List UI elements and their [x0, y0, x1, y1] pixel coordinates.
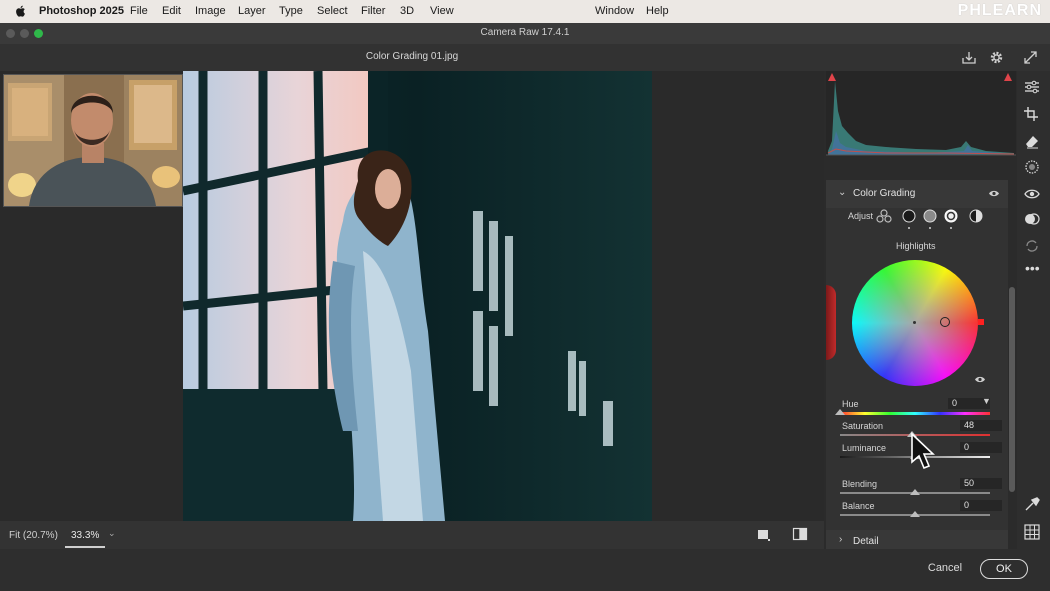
dialog-footer: Cancel OK [0, 549, 1050, 591]
presenter-picture [4, 75, 182, 206]
eraser-icon[interactable] [1023, 133, 1041, 149]
highlights-wheel-icon[interactable] [944, 209, 958, 223]
ok-button[interactable]: OK [980, 559, 1028, 579]
histogram-graph [826, 73, 1016, 156]
detail-section-title: Detail [853, 536, 879, 547]
saturation-value-field[interactable]: 48 [960, 420, 1002, 431]
window-title-bar: Camera Raw 17.4.1 [0, 23, 1050, 45]
before-after-icon[interactable] [792, 527, 808, 542]
section-title: Color Grading [853, 188, 916, 199]
hue-slider-thumb[interactable] [835, 409, 845, 415]
fit-zoom-button[interactable]: Fit (20.7%) [9, 530, 58, 541]
balance-slider-thumb[interactable] [910, 511, 920, 517]
luminance-label: Luminance [842, 443, 887, 453]
fullscreen-icon[interactable] [1023, 50, 1038, 65]
adjust-label: Adjust [848, 211, 874, 221]
sync-icon[interactable] [1023, 238, 1041, 254]
photo-preview[interactable] [183, 71, 652, 521]
wheel-indicator-dot [908, 227, 910, 229]
eye-icon[interactable] [988, 189, 1000, 198]
blending-slider-thumb[interactable] [910, 489, 920, 495]
blending-label: Blending [842, 479, 878, 489]
blending-value-field[interactable]: 50 [960, 478, 1002, 489]
midtones-wheel-icon[interactable] [923, 209, 937, 223]
menu-app-name[interactable]: Photoshop 2025 [39, 5, 124, 17]
crop-icon[interactable] [1023, 106, 1041, 122]
webcam-overlay [3, 74, 183, 207]
hue-track[interactable] [840, 412, 990, 415]
menu-bar: Photoshop 2025 File Edit Image Layer Typ… [0, 0, 1050, 23]
wheel-center-dot [913, 321, 916, 324]
range-title: Highlights [896, 241, 936, 251]
detail-header[interactable]: › Detail [826, 530, 1008, 549]
wheel-indicator-dot [950, 227, 952, 229]
zoom-level-value[interactable]: 33.3% [71, 530, 99, 541]
grid-icon[interactable] [1023, 524, 1041, 540]
chevron-down-icon[interactable]: ⌄ [838, 187, 846, 198]
hue-label: Hue [842, 399, 859, 409]
masking-icon[interactable] [1023, 159, 1041, 175]
zoom-bar: Fit (20.7%) 33.3% ⌄ [0, 521, 824, 549]
menu-filter[interactable]: Filter [361, 5, 385, 17]
balance-label: Balance [842, 501, 875, 511]
document-title: Color Grading 01.jpg [365, 51, 459, 62]
chevron-down-icon[interactable]: ⌄ [108, 528, 116, 539]
wheel-indicator-dot [929, 227, 931, 229]
color-grading-header[interactable]: ⌄ Color Grading [826, 180, 1008, 208]
global-wheel-icon[interactable] [969, 209, 983, 223]
more-options-icon[interactable]: ••• [1025, 260, 1040, 276]
zoom-level-underline [65, 546, 105, 548]
panel-separator [826, 156, 1016, 180]
edit-sliders-icon[interactable] [1023, 79, 1041, 95]
gear-icon[interactable] [989, 50, 1004, 65]
document-bar: Color Grading 01.jpg [0, 44, 1050, 71]
histogram [826, 71, 1016, 156]
menu-type[interactable]: Type [279, 5, 303, 17]
red-eye-icon[interactable] [1023, 186, 1041, 202]
three-way-icon[interactable] [876, 209, 892, 223]
shadows-wheel-icon[interactable] [902, 209, 916, 223]
color-wheel[interactable] [852, 260, 978, 386]
window-title: Camera Raw 17.4.1 [480, 27, 570, 38]
menu-layer[interactable]: Layer [238, 5, 266, 17]
panel-scrollbar-thumb[interactable] [1009, 287, 1015, 492]
menu-edit[interactable]: Edit [162, 5, 181, 17]
luminance-value-field[interactable]: 0 [960, 442, 1002, 453]
mouse-cursor-icon [911, 432, 935, 470]
hue-dropdown-icon[interactable]: ▼ [982, 396, 991, 406]
apple-icon[interactable] [14, 4, 28, 18]
hue-marker[interactable] [978, 319, 984, 325]
previous-wheel-edge [826, 285, 836, 360]
menu-3d[interactable]: 3D [400, 5, 414, 17]
photo-image [183, 71, 652, 521]
single-view-icon[interactable] [757, 528, 771, 542]
menu-help[interactable]: Help [646, 5, 669, 17]
eye-icon[interactable] [974, 375, 986, 384]
color-sampler-icon[interactable] [1023, 496, 1041, 512]
menu-select[interactable]: Select [317, 5, 348, 17]
saturation-label: Saturation [842, 421, 884, 431]
brand-watermark: PHLEARN [957, 2, 1042, 19]
cancel-button[interactable]: Cancel [922, 559, 968, 577]
menu-image[interactable]: Image [195, 5, 226, 17]
menu-file[interactable]: File [130, 5, 148, 17]
wheel-handle[interactable] [940, 317, 950, 327]
menu-window[interactable]: Window [595, 5, 634, 17]
menu-view[interactable]: View [430, 5, 454, 17]
chevron-right-icon[interactable]: › [839, 534, 842, 545]
balance-value-field[interactable]: 0 [960, 500, 1002, 511]
presets-icon[interactable] [1023, 211, 1041, 227]
save-image-icon[interactable] [961, 50, 977, 65]
